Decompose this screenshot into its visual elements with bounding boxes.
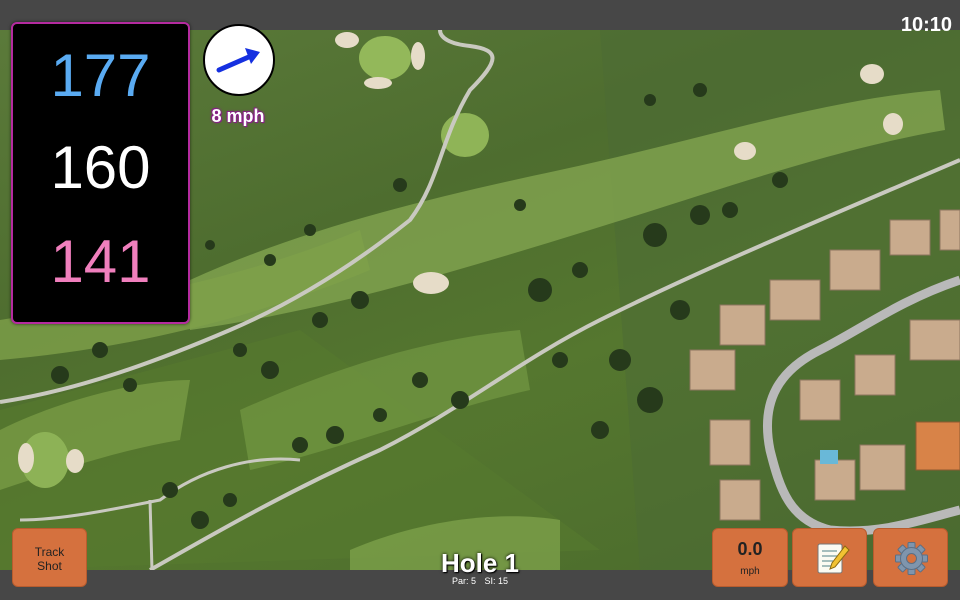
- track-shot-label-line2: Shot: [37, 559, 62, 573]
- speed-button[interactable]: 0.0 mph: [712, 528, 788, 587]
- track-shot-button[interactable]: Track Shot: [12, 528, 87, 587]
- yardage-panel: 177 160 141: [11, 22, 190, 324]
- back-yardage: 177: [50, 42, 151, 109]
- front-yardage: 141: [50, 228, 151, 295]
- wind-speed-label: 8 mph: [211, 106, 265, 126]
- gear-icon: [895, 542, 928, 575]
- hole-title: Hole 1: [440, 548, 520, 578]
- middle-yardage: 160: [50, 134, 151, 201]
- hole-info: Par: 5 SI: 15: [380, 576, 580, 586]
- wind-indicator[interactable]: [203, 24, 275, 96]
- notes-button[interactable]: [792, 528, 867, 587]
- speed-unit: mph: [740, 566, 760, 577]
- hole-par: Par: 5: [451, 576, 476, 586]
- notepad-icon: [817, 543, 850, 574]
- hole-stroke-index: SI: 15: [484, 576, 509, 586]
- speed-value: 0.0: [737, 539, 763, 559]
- status-clock: 10:10: [900, 14, 952, 36]
- settings-button[interactable]: [873, 528, 948, 587]
- wind-direction-arrow-icon: [216, 48, 260, 73]
- track-shot-label-line1: Track: [34, 545, 65, 559]
